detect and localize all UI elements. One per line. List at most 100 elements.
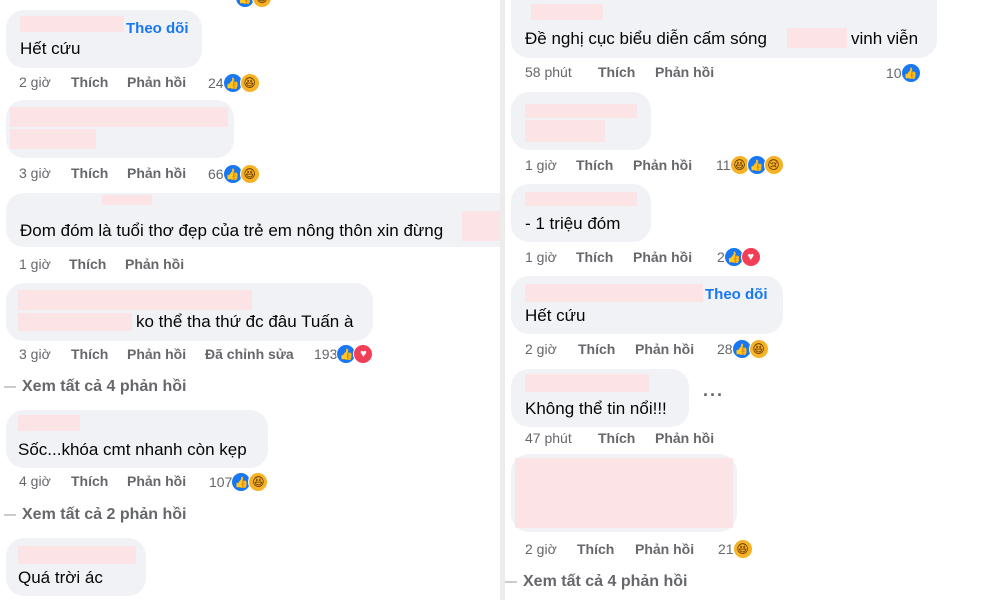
redacted-username [525,284,703,302]
haha-icon: 😆 [239,73,260,93]
reply-button[interactable]: Phản hồi [127,473,186,489]
comment-text: Hết cứu [525,306,586,325]
see-all-replies-link[interactable]: Xem tất cả 4 phản hồi [4,378,186,396]
reaction-count: 107 [209,474,233,490]
thread-line [4,513,16,516]
redacted-comment-text [525,120,605,142]
reply-button[interactable]: Phản hồi [633,249,692,265]
reply-button[interactable]: Phản hồi [633,157,692,173]
reaction-count: 11 [716,157,731,173]
thread-line [505,580,517,583]
comment-text-end: vinh viễn [851,29,919,48]
comment-bubble: Không thể tin nổi!!! [511,369,689,427]
comment-time[interactable]: 1 giờ [525,249,557,265]
redacted-username [18,290,252,310]
comment-text: Đề nghị cục biểu diễn cấm sóng [525,29,767,48]
reaction-count: 28 [717,341,733,357]
comment-time[interactable]: 3 giờ [19,165,51,181]
comment-bubble: - 1 triệu đóm [511,184,651,242]
see-all-replies-label: Xem tất cả 2 phản hồi [22,506,187,523]
reaction-summary[interactable]: 24 👍 😆 [208,72,260,94]
see-all-replies-label: Xem tất cả 4 phản hồi [523,573,688,590]
like-button[interactable]: Thích [578,341,615,357]
like-icon: 👍 [900,63,921,83]
comment-bubble: Đề nghị cục biểu diễn cấm sóng vinh viễn [511,0,937,58]
haha-icon: 😆 [252,0,272,8]
love-icon: ♥ [353,344,374,364]
haha-icon: 😆 [248,472,269,492]
like-button[interactable]: Thích [71,165,108,181]
comment-time[interactable]: 47 phút [525,430,572,446]
redacted-username [102,195,152,205]
reaction-summary[interactable]: 11 😆 👍 😢 [716,154,784,176]
comment-time[interactable]: 1 giờ [19,256,51,272]
comment-time[interactable]: 2 giờ [525,541,557,557]
comment-text: Sốc...khóa cmt nhanh còn kẹp [18,440,247,459]
redacted-username [525,104,637,118]
reaction-count: 193 [314,346,338,362]
comment-bubble [6,100,234,158]
comment-text: Quá trời ác [18,568,103,587]
redacted-username [531,4,603,20]
comment-time[interactable]: 58 phút [525,64,572,80]
comment-bubble: Quá trời ác [6,538,146,596]
reply-button[interactable]: Phản hồi [125,256,184,272]
reaction-summary[interactable]: 193 👍 ♥ [314,343,374,365]
like-button[interactable]: Thích [598,430,635,446]
like-button[interactable]: Thích [71,346,108,362]
reply-button[interactable]: Phản hồi [127,346,186,362]
comment-text: - 1 triệu đóm [525,214,621,233]
reaction-count: 24 [208,75,224,91]
reply-button[interactable]: Phản hồi [127,165,186,181]
follow-link[interactable]: Theo dõi [126,20,189,37]
redacted-comment-text [515,458,733,528]
comment-actions: 47 phút Thích Phản hồi [525,430,785,448]
thread-line [4,385,16,388]
like-button[interactable]: Thích [69,256,106,272]
comment-bubble: Theo dõi Hết cứu [511,276,783,334]
comment-bubble: ko thể tha thứ đc đâu Tuấn à [6,283,373,341]
like-button[interactable]: Thích [577,541,614,557]
reply-button[interactable]: Phản hồi [635,541,694,557]
reply-button[interactable]: Phản hồi [127,74,186,90]
reaction-summary[interactable]: 2 👍 ♥ [717,246,761,268]
like-button[interactable]: Thích [576,157,613,173]
redacted-text-fragment [462,211,500,241]
see-all-replies-link[interactable]: Xem tất cả 4 phản hồi [505,573,687,591]
reaction-summary[interactable]: 10 👍 [886,62,921,84]
reply-button[interactable]: Phản hồi [655,64,714,80]
reaction-summary[interactable]: 66 👍 😆 [208,163,260,185]
redacted-comment-text [10,129,96,149]
redacted-text-fragment [18,313,132,331]
reaction-summary[interactable]: 28 👍 😆 [717,338,769,360]
love-icon: ♥ [740,247,761,267]
top-partial-reactions: 👍 😆 [235,0,272,9]
comment-actions: 58 phút Thích Phản hồi [525,64,785,82]
reaction-summary[interactable]: 21 😆 [718,538,753,560]
comment-time[interactable]: 1 giờ [525,157,557,173]
like-button[interactable]: Thích [576,249,613,265]
like-button[interactable]: Thích [71,74,108,90]
reply-button[interactable]: Phản hồi [635,341,694,357]
reaction-summary[interactable]: 107 👍 😆 [209,471,269,493]
see-all-replies-link[interactable]: Xem tất cả 2 phản hồi [4,506,186,524]
comment-time[interactable]: 2 giờ [19,74,51,90]
follow-link[interactable]: Theo dõi [705,286,768,303]
like-button[interactable]: Thích [598,64,635,80]
right-comment-column: Đề nghị cục biểu diễn cấm sóng vinh viễn… [505,0,1000,600]
reply-button[interactable]: Phản hồi [655,430,714,446]
comment-time[interactable]: 3 giờ [19,346,51,362]
like-button[interactable]: Thích [71,473,108,489]
more-options-icon[interactable]: ··· [703,385,724,406]
comment-text: ko thể tha thứ đc đâu Tuấn à [136,312,354,331]
comment-actions: 3 giờ Thích Phản hồi Đã chỉnh sửa [19,346,319,364]
reaction-count: 10 [886,65,902,81]
comment-time[interactable]: 4 giờ [19,473,51,489]
redacted-username [18,415,80,431]
redacted-username [525,374,649,392]
comment-text: Không thể tin nổi!!! [525,399,667,418]
sad-icon: 😢 [763,155,784,175]
reaction-count: 66 [208,166,224,182]
comment-time[interactable]: 2 giờ [525,341,557,357]
edited-label: Đã chỉnh sửa [205,346,294,362]
